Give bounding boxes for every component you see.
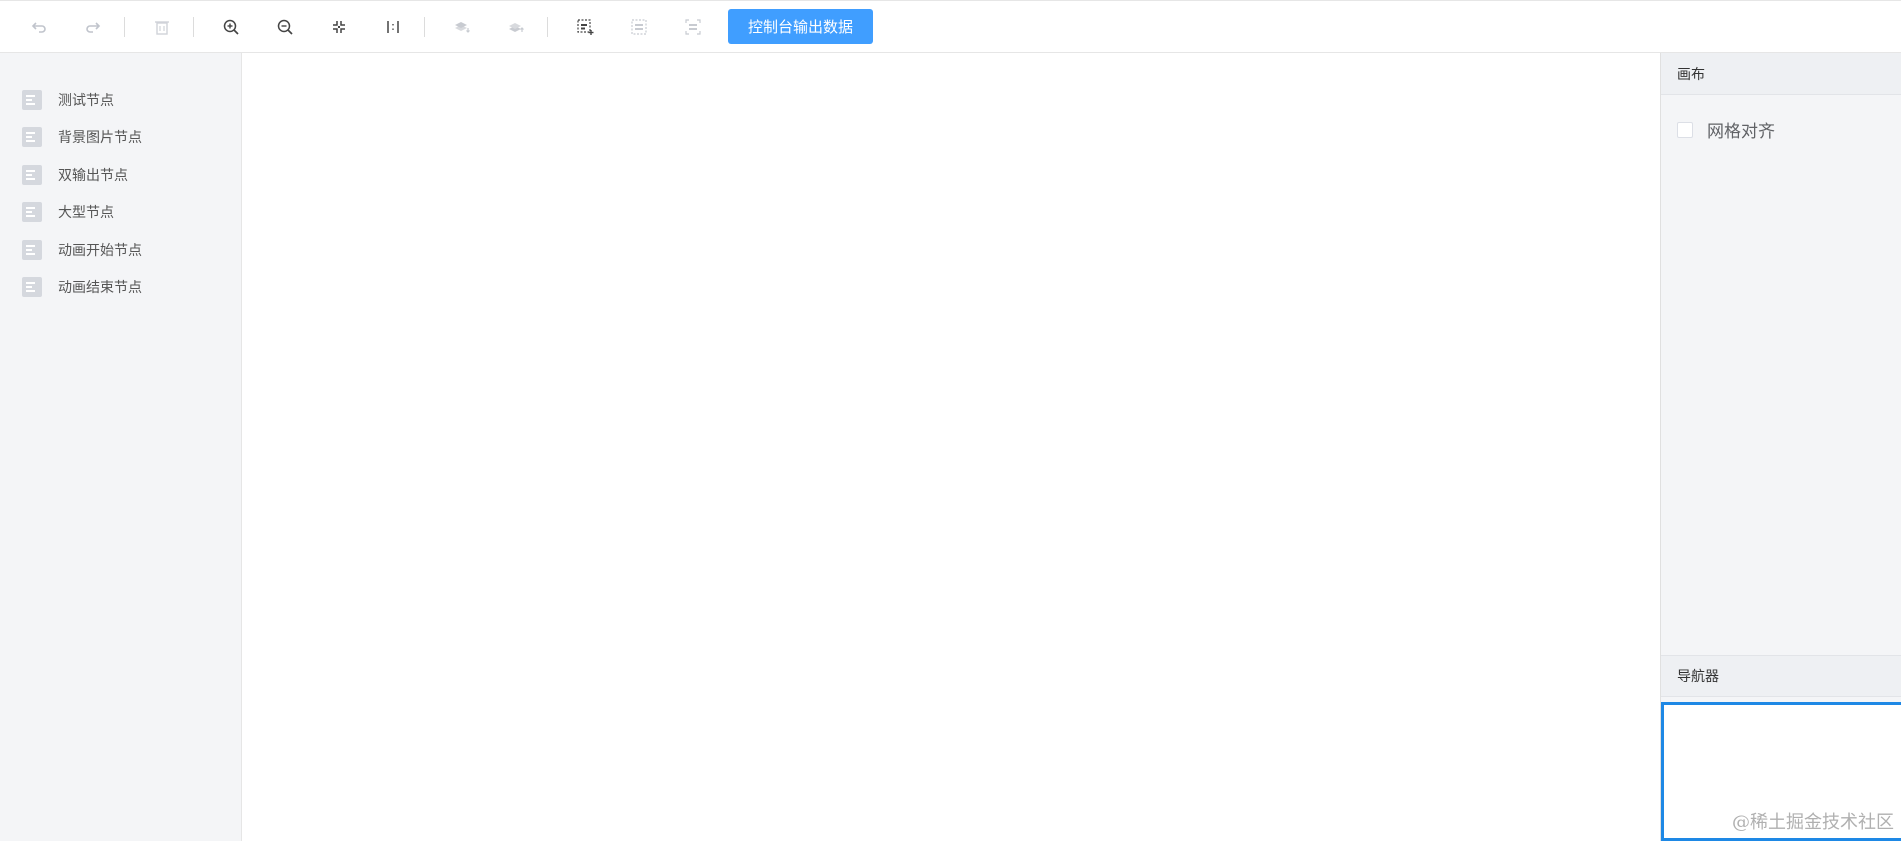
navigator-section: 导航器 bbox=[1661, 655, 1901, 697]
palette-item-dual-output-node[interactable]: 双输出节点 bbox=[0, 156, 241, 194]
toolbar-divider bbox=[424, 16, 425, 37]
graph-canvas[interactable] bbox=[242, 53, 1660, 841]
palette-item-large-node[interactable]: 大型节点 bbox=[0, 194, 241, 232]
zoom-in-icon bbox=[223, 19, 239, 35]
undo-button[interactable] bbox=[22, 10, 56, 44]
delete-icon bbox=[155, 20, 169, 35]
toolbar-divider bbox=[193, 16, 194, 37]
node-icon bbox=[22, 202, 42, 223]
toolbar-divider bbox=[547, 16, 548, 37]
node-icon bbox=[22, 164, 42, 185]
actual-size-button[interactable] bbox=[376, 10, 410, 44]
minimap[interactable]: @稀土掘金技术社区 bbox=[1661, 702, 1901, 841]
node-icon bbox=[22, 127, 42, 148]
properties-panel: 画布 网格对齐 导航器 @稀土掘金技术社区 bbox=[1660, 53, 1901, 841]
grid-align-option[interactable]: 网格对齐 bbox=[1661, 95, 1901, 142]
toolbar-divider bbox=[124, 16, 125, 37]
undo-icon bbox=[31, 21, 46, 33]
bring-front-icon bbox=[455, 21, 470, 33]
bring-front-button[interactable] bbox=[445, 10, 479, 44]
palette-item-test-node[interactable]: 测试节点 bbox=[0, 81, 241, 119]
node-icon bbox=[22, 277, 42, 298]
send-back-button[interactable] bbox=[499, 10, 533, 44]
watermark: @稀土掘金技术社区 bbox=[1732, 812, 1894, 833]
ungroup-button[interactable] bbox=[676, 10, 710, 44]
send-back-icon bbox=[509, 22, 524, 32]
node-icon bbox=[22, 89, 42, 110]
fit-view-button[interactable] bbox=[322, 10, 356, 44]
palette-item-animation-start-node[interactable]: 动画开始节点 bbox=[0, 231, 241, 269]
actual-size-icon bbox=[387, 20, 399, 33]
node-palette: 测试节点 背景图片节点 双输出节点 大型节点 动画开始节点 动画结束节点 bbox=[0, 53, 242, 841]
grid-align-checkbox[interactable] bbox=[1677, 121, 1693, 138]
grid-align-label: 网格对齐 bbox=[1707, 122, 1775, 142]
console-output-button[interactable]: 控制台输出数据 bbox=[728, 9, 874, 44]
canvas-settings-title: 画布 bbox=[1661, 53, 1901, 95]
palette-item-label: 动画开始节点 bbox=[58, 242, 142, 259]
palette-item-animation-end-node[interactable]: 动画结束节点 bbox=[0, 269, 241, 307]
canvas-settings-section: 画布 网格对齐 bbox=[1661, 53, 1901, 655]
fit-view-icon bbox=[333, 20, 345, 33]
node-icon bbox=[22, 239, 42, 260]
group-button[interactable] bbox=[622, 10, 656, 44]
redo-button[interactable] bbox=[76, 10, 110, 44]
palette-item-label: 动画结束节点 bbox=[58, 280, 142, 297]
delete-button[interactable] bbox=[145, 10, 179, 44]
zoom-out-button[interactable] bbox=[268, 10, 302, 44]
multi-select-icon bbox=[577, 18, 594, 35]
ungroup-icon bbox=[685, 18, 701, 35]
group-icon bbox=[631, 18, 647, 35]
palette-item-label: 测试节点 bbox=[58, 92, 114, 109]
palette-item-label: 双输出节点 bbox=[58, 167, 128, 184]
palette-item-label: 大型节点 bbox=[58, 205, 114, 222]
navigator-title: 导航器 bbox=[1661, 655, 1901, 697]
palette-item-background-image-node[interactable]: 背景图片节点 bbox=[0, 119, 241, 157]
zoom-in-button[interactable] bbox=[214, 10, 248, 44]
palette-item-label: 背景图片节点 bbox=[58, 130, 142, 147]
multi-select-button[interactable] bbox=[568, 10, 602, 44]
redo-icon bbox=[86, 21, 101, 33]
toolbar: 控制台输出数据 bbox=[0, 0, 1901, 53]
zoom-out-icon bbox=[277, 19, 293, 35]
